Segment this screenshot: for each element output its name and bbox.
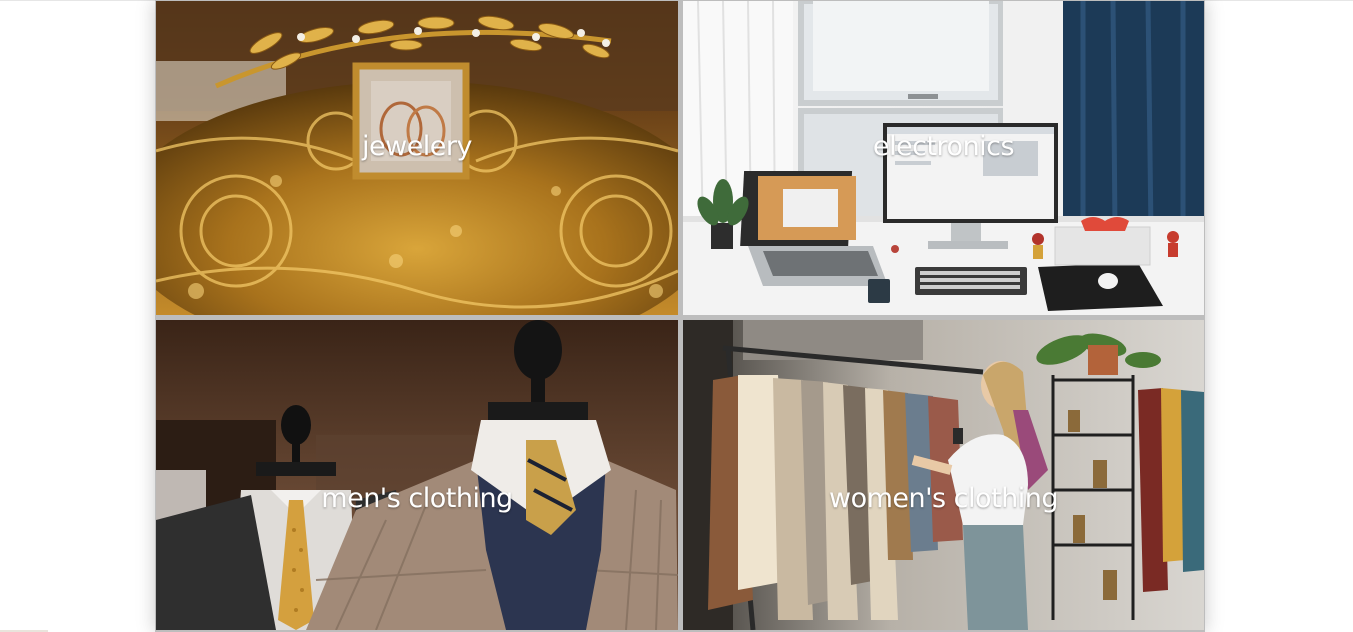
category-grid: jewelery electronics men's clothing wome…	[155, 0, 1205, 632]
category-card-jewelery[interactable]: jewelery	[156, 1, 678, 315]
category-card-mens-clothing[interactable]: men's clothing	[156, 320, 678, 630]
jewelry-image	[156, 1, 678, 315]
page: jewelery electronics men's clothing wome…	[0, 0, 1353, 632]
womens-clothing-image	[683, 320, 1204, 630]
category-card-womens-clothing[interactable]: women's clothing	[683, 320, 1204, 630]
mens-clothing-image	[156, 320, 678, 630]
category-card-electronics[interactable]: electronics	[683, 1, 1204, 315]
electronics-image	[683, 1, 1204, 315]
